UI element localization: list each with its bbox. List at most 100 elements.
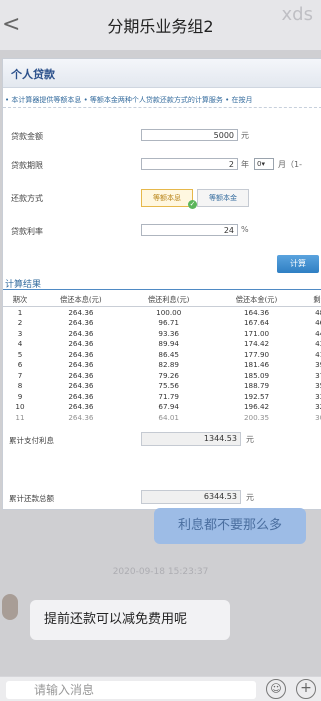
table-row: 4 264.36 89.94 174.42 4322 — [3, 339, 321, 350]
amount-input[interactable]: 5000 — [141, 129, 238, 141]
top-bar: < 分期乐业务组2 xds — [0, 0, 321, 51]
table-row: 7 264.36 79.26 185.09 3778 — [3, 370, 321, 381]
table-row: 8 264.36 75.56 188.79 3589 — [3, 381, 321, 392]
table-cell: 67.94 — [158, 402, 179, 412]
table-cell: 5 — [17, 349, 23, 359]
table-cell: 188.79 — [243, 381, 270, 391]
avatar[interactable] — [2, 594, 18, 620]
table-cell: 93.36 — [158, 328, 179, 338]
plus-icon[interactable]: + — [296, 679, 316, 699]
emoji-icon[interactable]: ☺ — [266, 679, 286, 699]
chevron-down-icon: ▾ — [261, 160, 265, 168]
rate-label: 贷款利率 — [11, 227, 43, 236]
term-label: 贷款期限 — [11, 161, 43, 170]
table-cell: 64.01 — [158, 412, 179, 422]
table-cell: 200.35 — [243, 412, 270, 422]
rate-unit: % — [241, 225, 249, 234]
table-cell: 11 — [15, 412, 25, 422]
message-input-bar: 请输入消息 ☺ + — [0, 676, 321, 701]
table-cell: 79.26 — [158, 370, 179, 380]
table-cell: 3589 — [315, 381, 321, 391]
table-cell: 6 — [17, 360, 23, 370]
message-input[interactable]: 请输入消息 — [6, 681, 256, 699]
total-interest-unit: 元 — [246, 435, 254, 444]
table-cell: 264.36 — [68, 328, 94, 338]
column-header: 偿还利息(元) — [124, 293, 213, 307]
table-cell: 264.36 — [68, 370, 94, 380]
table-cell: 4835 — [315, 307, 321, 317]
table-cell: 3 — [17, 328, 23, 338]
term-years-input[interactable]: 2 — [141, 158, 238, 170]
table-cell: 167.64 — [243, 318, 270, 328]
chat-title: 分期乐业务组2 — [107, 17, 214, 36]
table-cell: 4322 — [315, 339, 321, 349]
table-row: 10 264.36 67.94 196.42 3200 — [3, 402, 321, 413]
table-row: 6 264.36 82.89 181.46 3963 — [3, 360, 321, 371]
column-header: 偿还本金(元) — [212, 293, 301, 307]
calculator-title: 个人贷款 — [11, 68, 55, 81]
amount-label: 贷款金额 — [11, 132, 43, 141]
table-cell: 1 — [17, 307, 23, 317]
rate-input[interactable]: 24 — [141, 224, 238, 236]
total-interest-label: 累计支付利息 — [9, 436, 54, 445]
divider — [3, 107, 321, 108]
check-icon: ✓ — [188, 200, 197, 209]
term-year-unit: 年 — [241, 160, 249, 169]
table-row: 2 264.36 96.71 167.64 4668 — [3, 318, 321, 329]
table-row: 3 264.36 93.36 171.00 4497 — [3, 328, 321, 339]
table-cell: 264.36 — [68, 307, 94, 317]
method-label: 还款方式 — [11, 194, 43, 203]
calculator-note: • 本计算器提供等额本息 • 等额本金两种个人贷款还款方式的计算服务 • 在按月 — [5, 96, 253, 104]
table-cell: 192.57 — [243, 391, 270, 401]
table-cell: 4668 — [315, 318, 321, 328]
total-repayment-unit: 元 — [246, 493, 254, 502]
table-cell: 9 — [17, 391, 23, 401]
table-cell: 82.89 — [158, 360, 179, 370]
table-cell: 89.94 — [158, 339, 179, 349]
table-cell: 264.36 — [68, 412, 94, 422]
column-header: 剩余本 — [300, 293, 321, 307]
table-cell: 4497 — [315, 328, 321, 338]
table-cell: 264.36 — [68, 381, 94, 391]
table-row: 1 264.36 100.00 164.36 4835 — [3, 307, 321, 318]
incoming-message: 提前还款可以减免费用呢 — [30, 600, 230, 640]
table-cell: 177.90 — [243, 349, 270, 359]
total-repayment-label: 累计还款总额 — [9, 494, 54, 503]
loan-calculator-screenshot: 个人贷款 • 本计算器提供等额本息 • 等额本金两种个人贷款还款方式的计算服务 … — [2, 58, 321, 510]
calculate-button[interactable]: 计算 — [277, 255, 319, 273]
table-cell: 7 — [17, 370, 23, 380]
table-cell: 75.56 — [158, 381, 179, 391]
message-timestamp: 2020-09-18 15:23:37 — [112, 567, 209, 577]
results-divider — [3, 289, 321, 290]
table-cell: 3000 — [315, 412, 321, 422]
table-cell: 3778 — [315, 370, 321, 380]
method-option-equal-principal[interactable]: 等额本金 — [197, 189, 249, 207]
amount-unit: 元 — [241, 131, 249, 140]
calculator-header: 个人贷款 — [3, 59, 321, 88]
table-cell: 171.00 — [243, 328, 270, 338]
table-cell: 4 — [17, 339, 23, 349]
table-cell: 8 — [17, 381, 23, 391]
table-cell: 264.36 — [68, 391, 94, 401]
table-cell: 264.36 — [68, 402, 94, 412]
table-cell: 86.45 — [158, 349, 179, 359]
table-cell: 264.36 — [68, 349, 94, 359]
table-cell: 96.71 — [158, 318, 179, 328]
schedule-table: 期次 偿还本息(元) 偿还利息(元) 偿还本金(元) 剩余本 1 264.36 10… — [3, 293, 321, 423]
table-row: 11 264.36 64.01 200.35 3000 — [3, 412, 321, 423]
table-cell: 264.36 — [68, 339, 94, 349]
table-cell: 3200 — [315, 402, 321, 412]
term-month-unit: 月（1- — [278, 160, 302, 169]
table-cell: 185.09 — [243, 370, 270, 380]
table-cell: 4144 — [315, 349, 321, 359]
table-cell: 264.36 — [68, 360, 94, 370]
watermark: xds — [281, 4, 313, 25]
term-months-select[interactable]: 0▾ — [254, 158, 274, 170]
table-cell: 264.36 — [68, 318, 94, 328]
column-header: 期次 — [3, 293, 37, 307]
method-option-equal-installment[interactable]: 等额本息 ✓ — [141, 189, 197, 209]
total-repayment-value: 6344.53 — [141, 490, 241, 504]
table-cell: 100.00 — [156, 307, 182, 317]
table-header-row: 期次 偿还本息(元) 偿还利息(元) 偿还本金(元) 剩余本 — [3, 293, 321, 307]
column-header: 偿还本息(元) — [37, 293, 125, 307]
